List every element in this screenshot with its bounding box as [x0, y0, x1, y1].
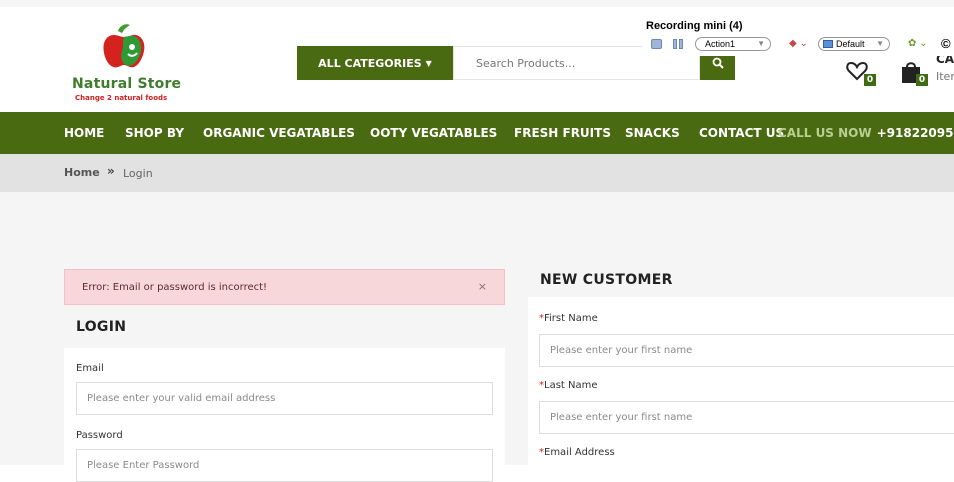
- stop-recording-button[interactable]: [651, 39, 662, 49]
- search-placeholder: Search Products...: [476, 56, 576, 70]
- copyright-icon[interactable]: ©: [941, 36, 951, 51]
- nav-item-contact-us[interactable]: CONTACT US: [699, 112, 784, 154]
- last-name-placeholder: Please enter your first name: [550, 412, 693, 423]
- login-password-input[interactable]: Please Enter Password: [76, 449, 493, 482]
- last-name-input[interactable]: Please enter your first name: [539, 401, 954, 434]
- breadcrumb-home[interactable]: Home: [64, 166, 100, 179]
- login-title: LOGIN: [76, 319, 127, 335]
- apple-logo-icon: [103, 24, 145, 68]
- cart-items-label: Iter: [936, 70, 954, 83]
- first-name-placeholder: Please enter your first name: [550, 345, 693, 356]
- action-select[interactable]: Action1 ▼: [695, 37, 771, 51]
- first-name-label-text: First Name: [544, 313, 598, 324]
- login-email-input[interactable]: Please enter your valid email address: [76, 382, 493, 415]
- error-message: Error: Email or password is incorrect!: [82, 281, 268, 293]
- wishlist-button[interactable]: 0: [846, 60, 876, 86]
- new-customer-title: NEW CUSTOMER: [540, 272, 673, 288]
- nav-item-organic-vegetables[interactable]: ORGANIC VEGATABLES: [203, 112, 355, 154]
- pause-recording-button[interactable]: [673, 38, 685, 50]
- call-us-label: CALL US NOW: [778, 126, 872, 140]
- last-name-label-text: Last Name: [544, 380, 598, 391]
- email-address-label: *Email Address: [539, 447, 615, 458]
- last-name-label: *Last Name: [539, 380, 598, 391]
- call-us-number[interactable]: +9182209572: [877, 126, 954, 140]
- chevron-down-icon: ▼: [876, 39, 884, 48]
- all-categories-dropdown[interactable]: ALL CATEGORIES ▼: [297, 46, 453, 80]
- nav-item-snacks[interactable]: SNACKS: [625, 112, 680, 154]
- caret-down-icon: ▼: [425, 58, 432, 68]
- email-address-label-text: Email Address: [544, 447, 615, 458]
- breadcrumb-current: Login: [123, 167, 153, 180]
- breadcrumb: Home » Login: [0, 154, 954, 192]
- profile-select[interactable]: Default ▼: [818, 37, 890, 51]
- error-alert: Error: Email or password is incorrect! ×: [64, 269, 505, 305]
- all-categories-label: ALL CATEGORIES: [318, 56, 422, 70]
- registration-form: *First Name Please enter your first name…: [528, 297, 954, 465]
- eraser-icon[interactable]: ◆ ⌄: [789, 38, 808, 49]
- recording-toolbar: Recording mini (4) Action1 ▼ ◆ ⌄ Default…: [642, 20, 954, 56]
- login-form: Email Please enter your valid email addr…: [64, 348, 505, 482]
- nav-item-shop-by[interactable]: SHOP BY: [125, 112, 184, 154]
- login-password-placeholder: Please Enter Password: [87, 460, 200, 471]
- plant-icon[interactable]: ✿ ⌄: [908, 38, 928, 49]
- main-nav: HOME SHOP BY ORGANIC VEGATABLES OOTY VEG…: [0, 112, 954, 154]
- login-header: LOGIN: [64, 305, 505, 348]
- recording-title: Recording mini (4): [646, 20, 743, 32]
- cart-count-badge: 0: [916, 74, 928, 86]
- action-select-value: Action1: [705, 39, 736, 49]
- wishlist-count-badge: 0: [864, 74, 876, 86]
- brand-name: Natural Store: [72, 76, 182, 92]
- nav-item-fresh-fruits[interactable]: FRESH FRUITS: [514, 112, 611, 154]
- first-name-input[interactable]: Please enter your first name: [539, 334, 954, 367]
- close-alert-icon[interactable]: ×: [478, 280, 487, 293]
- profile-select-value: Default: [836, 39, 865, 49]
- login-email-placeholder: Please enter your valid email address: [87, 393, 276, 404]
- call-us: CALL US NOW +9182209572: [778, 112, 954, 154]
- nav-item-home[interactable]: HOME: [64, 112, 104, 154]
- nav-item-ooty-vegetables[interactable]: OOTY VEGATABLES: [370, 112, 497, 154]
- cart-button[interactable]: 0: [900, 60, 928, 86]
- search-icon: [712, 57, 724, 69]
- store-logo[interactable]: Natural Store Change 2 natural foods: [72, 23, 192, 107]
- window-icon: [823, 40, 833, 48]
- email-label: Email: [76, 363, 104, 374]
- chevron-down-icon: ▼: [757, 39, 765, 48]
- first-name-label: *First Name: [539, 313, 598, 324]
- new-customer-header: NEW CUSTOMER: [528, 259, 954, 297]
- breadcrumb-separator-icon: »: [107, 164, 115, 178]
- password-label: Password: [76, 430, 123, 441]
- brand-tagline: Change 2 natural foods: [75, 94, 168, 102]
- top-strip: [0, 0, 954, 7]
